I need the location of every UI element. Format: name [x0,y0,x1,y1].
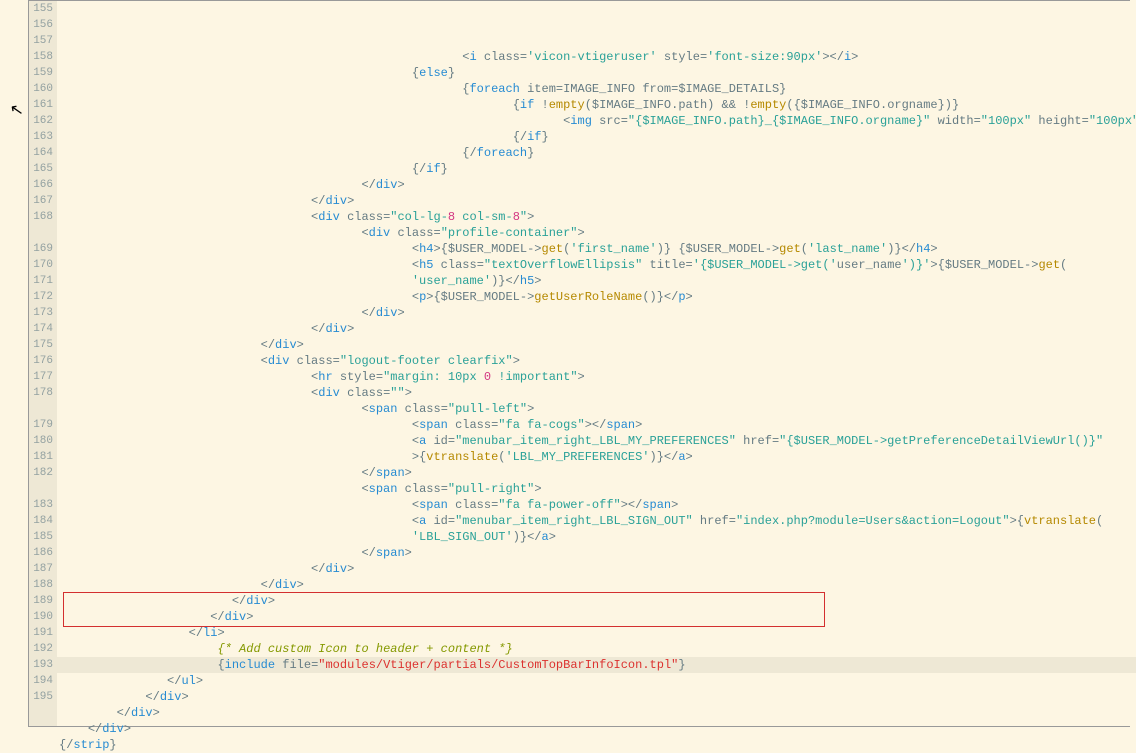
code-line: </div> [57,321,1136,337]
line-number-gutter: 1551561571581591601611621631641651661671… [29,1,57,726]
code-line: <span class="fa fa-cogs"></span> [57,417,1136,433]
line-number: 170 [31,257,53,273]
code-line: 'user_name')}</h5> [57,273,1136,289]
code-line: </span> [57,465,1136,481]
code-line: </li> [57,625,1136,641]
line-number: 193 [31,657,53,673]
code-line: </div> [57,577,1136,593]
code-line: </ul> [57,673,1136,689]
code-line: <img src="{$IMAGE_INFO.path}_{$IMAGE_INF… [57,113,1136,129]
code-line: <div class="col-lg-8 col-sm-8"> [57,209,1136,225]
code-line: <span class="pull-left"> [57,401,1136,417]
line-number: 184 [31,513,53,529]
code-line: </span> [57,545,1136,561]
code-line: <a id="menubar_item_right_LBL_MY_PREFERE… [57,433,1136,449]
code-line: </div> [57,721,1136,737]
line-number: 169 [31,241,53,257]
line-number: 178 [31,385,53,401]
code-line: </div> [57,609,1136,625]
code-line: <i class='vicon-vtigeruser' style='font-… [57,49,1136,65]
line-number [31,401,53,417]
line-number: 179 [31,417,53,433]
line-number: 186 [31,545,53,561]
code-area: 1551561571581591601611621631641651661671… [29,1,1129,726]
line-number: 194 [31,673,53,689]
line-number: 160 [31,81,53,97]
line-number: 161 [31,97,53,113]
line-number: 162 [31,113,53,129]
code-line: {/if} [57,161,1136,177]
line-number: 185 [31,529,53,545]
code-line: >{vtranslate('LBL_MY_PREFERENCES')}</a> [57,449,1136,465]
line-number [31,225,53,241]
code-line: </div> [57,689,1136,705]
code-line: <a id="menubar_item_right_LBL_SIGN_OUT" … [57,513,1136,529]
code-line: <h4>{$USER_MODEL->get('first_name')} {$U… [57,241,1136,257]
line-number: 158 [31,49,53,65]
code-line: {else} [57,65,1136,81]
code-line: </div> [57,305,1136,321]
line-number: 181 [31,449,53,465]
line-number: 188 [31,577,53,593]
line-number: 180 [31,433,53,449]
line-number: 157 [31,33,53,49]
code-line: <div class="logout-footer clearfix"> [57,353,1136,369]
line-number: 175 [31,337,53,353]
line-number: 177 [31,369,53,385]
line-number: 165 [31,161,53,177]
line-number: 182 [31,465,53,481]
code-line: {/foreach} [57,145,1136,161]
line-number [31,481,53,497]
code-line: <hr style="margin: 10px 0 !important"> [57,369,1136,385]
line-number: 167 [31,193,53,209]
line-number: 174 [31,321,53,337]
code-line: {* Add custom Icon to header + content *… [57,641,1136,657]
code-line: </div> [57,177,1136,193]
line-number: 191 [31,625,53,641]
code-line: </div> [57,705,1136,721]
line-number: 176 [31,353,53,369]
code-line: {include file="modules/Vtiger/partials/C… [57,657,1136,673]
line-number: 189 [31,593,53,609]
code-line: </div> [57,593,1136,609]
code-line: {if !empty($IMAGE_INFO.path) && !empty({… [57,97,1136,113]
code-line: <div class=""> [57,385,1136,401]
code-line: <div class="profile-container"> [57,225,1136,241]
line-number: 183 [31,497,53,513]
code-line: </div> [57,193,1136,209]
code-line: <span class="fa fa-power-off"></span> [57,497,1136,513]
code-line: <h5 class="textOverflowEllipsis" title='… [57,257,1136,273]
code-line: {/strip} [57,737,1136,753]
line-number: 192 [31,641,53,657]
line-number: 163 [31,129,53,145]
line-number: 190 [31,609,53,625]
line-number: 155 [31,1,53,17]
code-line: </div> [57,561,1136,577]
line-number: 195 [31,689,53,705]
code-line: {/if} [57,129,1136,145]
line-number: 168 [31,209,53,225]
code-line: </div> [57,337,1136,353]
line-number: 159 [31,65,53,81]
mouse-cursor-icon: ↖ [8,99,25,121]
editor-frame: 1551561571581591601611621631641651661671… [28,0,1130,727]
line-number: 166 [31,177,53,193]
line-number: 164 [31,145,53,161]
code-line: {foreach item=IMAGE_INFO from=$IMAGE_DET… [57,81,1136,97]
line-number: 156 [31,17,53,33]
code-line: 'LBL_SIGN_OUT')}</a> [57,529,1136,545]
line-number: 172 [31,289,53,305]
code-line: <span class="pull-right"> [57,481,1136,497]
line-number: 187 [31,561,53,577]
line-number: 171 [31,273,53,289]
code-line: <p>{$USER_MODEL->getUserRoleName()}</p> [57,289,1136,305]
line-number: 173 [31,305,53,321]
code-content[interactable]: <i class='vicon-vtigeruser' style='font-… [57,1,1136,726]
